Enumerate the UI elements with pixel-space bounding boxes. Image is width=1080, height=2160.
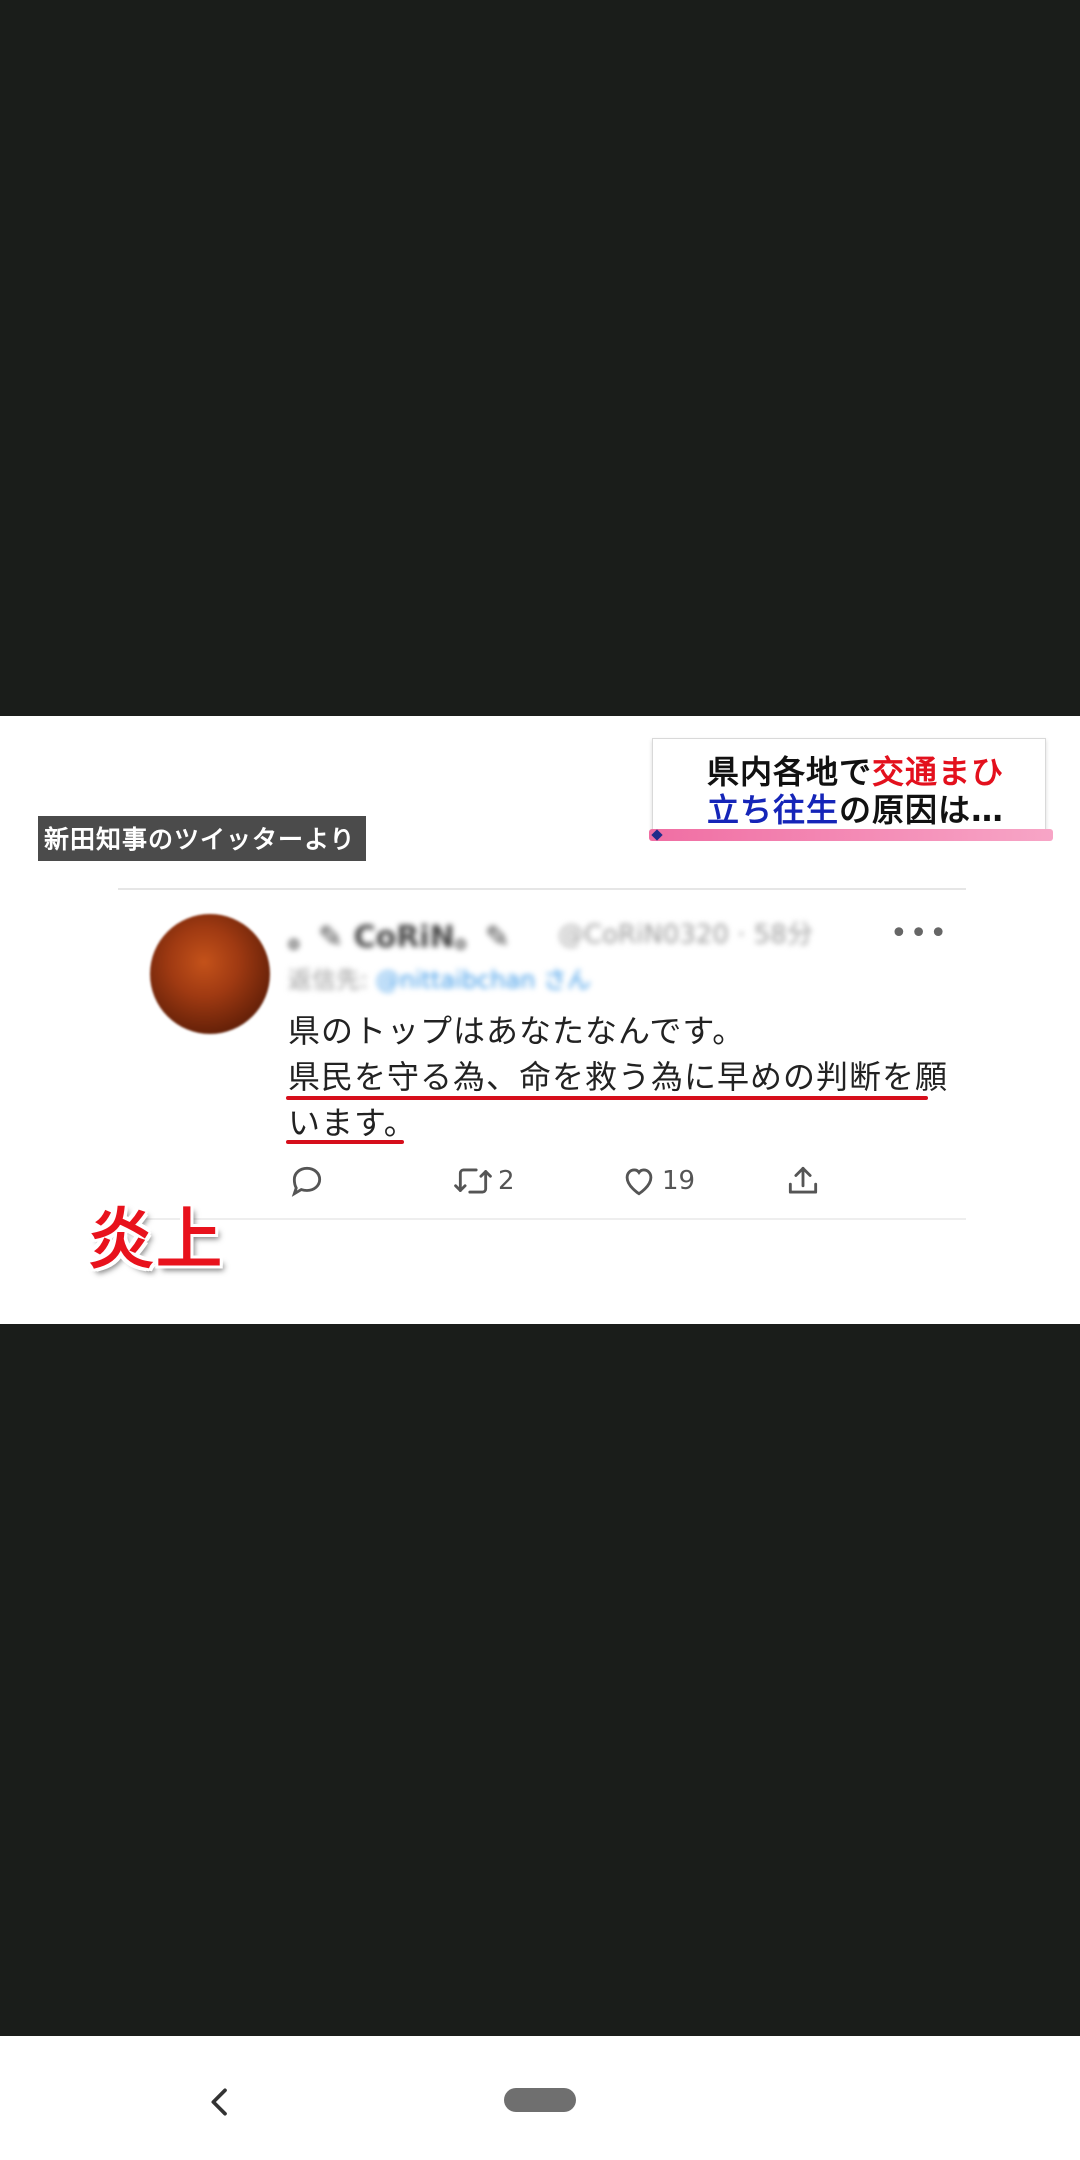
headline-bar bbox=[649, 829, 1053, 841]
like-button[interactable]: 19 bbox=[620, 1162, 695, 1200]
retweet-count: 2 bbox=[498, 1166, 515, 1196]
system-nav-bar bbox=[0, 2036, 1080, 2160]
tweet-handle: @CoRiN0320 · 58分 bbox=[558, 920, 813, 950]
headline-box: 県内各地で交通まひ 立ち往生の原因は… bbox=[649, 738, 1053, 841]
heart-icon bbox=[625, 1168, 653, 1196]
more-options-icon[interactable]: ••• bbox=[890, 916, 949, 951]
tweet-actions: 2 19 bbox=[288, 1162, 848, 1206]
tweet-divider-top bbox=[118, 888, 966, 890]
reply-icon bbox=[291, 1166, 322, 1197]
headline-line2: 立ち往生の原因は… bbox=[707, 785, 1004, 831]
back-chevron-icon[interactable] bbox=[200, 2082, 240, 2122]
avatar[interactable] bbox=[150, 914, 270, 1034]
tweet-divider-bottom bbox=[118, 1218, 966, 1220]
headline-bar-marker bbox=[651, 829, 663, 841]
tweet-body: 県のトップはあなたなんです。 県民を守る為、命を救う為に早めの判断を願 います。 bbox=[288, 1008, 948, 1146]
source-caption: 新田知事のツイッターより bbox=[38, 816, 366, 861]
video-frame: 新田知事のツイッターより 県内各地で交通まひ 立ち往生の原因は… 。✎ CoRi… bbox=[0, 716, 1080, 1324]
like-count: 19 bbox=[662, 1166, 696, 1196]
tweet-display-name[interactable]: 。✎ CoRiN。✎ bbox=[288, 912, 510, 956]
tweet-body-line1: 県のトップはあなたなんです。 bbox=[288, 1012, 746, 1050]
tweet-body-line2: 県民を守る為、命を救う為に早めの判断を願 bbox=[288, 1058, 949, 1096]
home-pill-icon[interactable] bbox=[504, 2088, 576, 2112]
reply-to: 返信先: @nittaibchan さん bbox=[288, 960, 591, 995]
stamp-text: 炎上 bbox=[88, 1201, 224, 1278]
highlight-underline-2 bbox=[286, 1140, 404, 1144]
share-button[interactable] bbox=[784, 1162, 822, 1200]
tweet-header: 。✎ CoRiN。✎ @CoRiN0320 · 58分 bbox=[288, 912, 928, 955]
retweet-icon bbox=[454, 1168, 492, 1194]
retweet-button[interactable]: 2 bbox=[452, 1162, 515, 1200]
share-icon bbox=[788, 1166, 818, 1194]
reply-to-label: 返信先: bbox=[288, 966, 369, 994]
headline-line2-part2: の原因は… bbox=[839, 791, 1005, 829]
headline-line2-part1: 立ち往生 bbox=[707, 791, 840, 829]
reply-to-mention[interactable]: @nittaibchan さん bbox=[376, 966, 591, 994]
highlight-underline-1 bbox=[286, 1096, 928, 1100]
reply-button[interactable] bbox=[288, 1162, 326, 1200]
